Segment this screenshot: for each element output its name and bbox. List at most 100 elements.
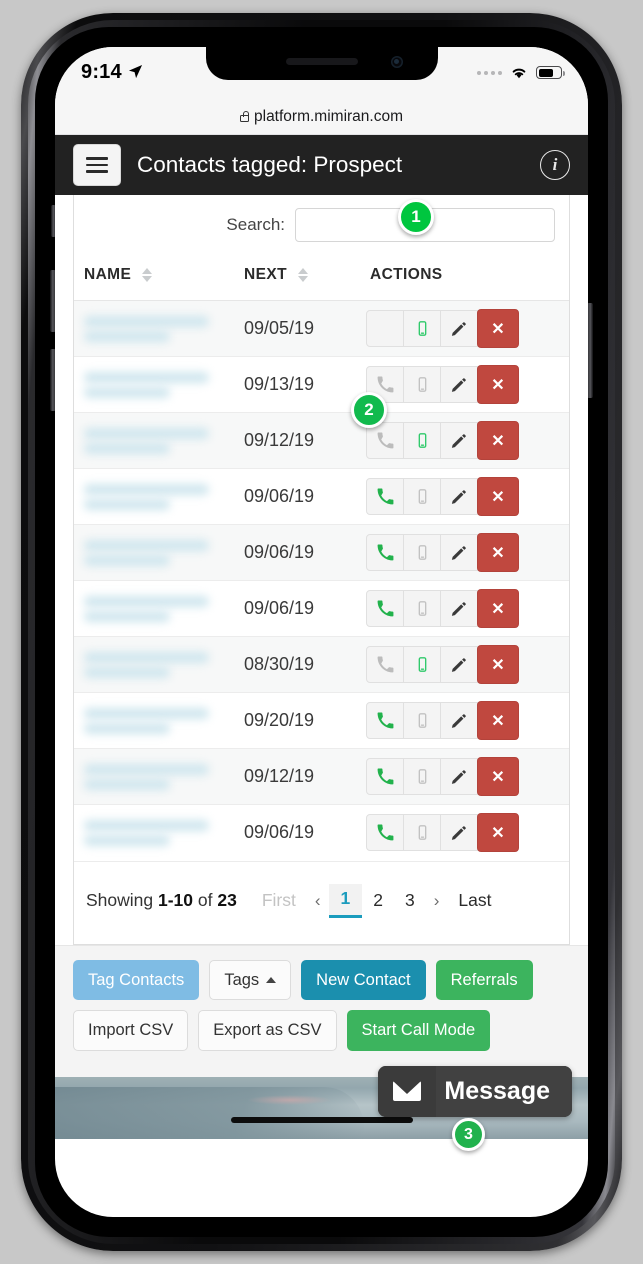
- page-content: Search: NAME NEXT ACTIONS 09/05/19 ✕ 09/…: [55, 195, 588, 1139]
- redacted-name-line: [84, 610, 171, 622]
- call-button[interactable]: [366, 478, 404, 515]
- call-button[interactable]: [366, 534, 404, 571]
- text-message-button[interactable]: [403, 366, 441, 403]
- hamburger-menu-icon[interactable]: [73, 144, 121, 186]
- table-head: NAME NEXT ACTIONS: [74, 258, 569, 301]
- pagination-prev-chevron-icon[interactable]: ‹: [307, 887, 329, 915]
- sort-updown-icon: [297, 267, 308, 282]
- delete-button[interactable]: ✕: [477, 645, 519, 684]
- next-date-cell: 09/13/19: [244, 356, 366, 413]
- table-row[interactable]: 09/20/19 ✕: [74, 692, 569, 749]
- row-action-group: ✕: [366, 533, 569, 572]
- tag-contacts-button[interactable]: Tag Contacts: [73, 959, 200, 1000]
- table-row[interactable]: 08/30/19 ✕: [74, 636, 569, 693]
- next-date-cell: 09/12/19: [244, 748, 366, 805]
- table-row[interactable]: 09/05/19 ✕: [74, 300, 569, 357]
- contact-name-cell: [74, 356, 244, 413]
- contacts-table-card: Search: NAME NEXT ACTIONS 09/05/19 ✕ 09/…: [73, 195, 570, 945]
- table-row[interactable]: 09/06/19 ✕: [74, 580, 569, 637]
- row-action-group: ✕: [366, 701, 569, 740]
- call-button[interactable]: [366, 590, 404, 627]
- import-csv-button[interactable]: Import CSV: [73, 1010, 189, 1051]
- pagination-page-2[interactable]: 2: [362, 886, 394, 915]
- text-message-button[interactable]: [403, 702, 441, 739]
- new-contact-button[interactable]: New Contact: [301, 959, 426, 1000]
- redacted-name-line: [84, 539, 209, 551]
- phone-device-frame: 9:14 platform.mimiran.com Contacts tagge…: [21, 13, 622, 1251]
- edit-button[interactable]: [440, 422, 478, 459]
- column-header-next[interactable]: NEXT: [244, 258, 366, 301]
- text-message-button[interactable]: [403, 534, 441, 571]
- edit-button[interactable]: [440, 534, 478, 571]
- call-button[interactable]: [366, 702, 404, 739]
- actions-cell: ✕: [366, 692, 569, 749]
- message-button[interactable]: Message: [378, 1065, 572, 1117]
- info-circle-icon[interactable]: i: [540, 150, 570, 180]
- edit-button[interactable]: [440, 590, 478, 627]
- table-row[interactable]: 09/12/19 ✕: [74, 412, 569, 469]
- text-message-button[interactable]: [403, 814, 441, 852]
- tags-dropdown-button[interactable]: Tags: [209, 959, 292, 1000]
- text-message-button[interactable]: [403, 590, 441, 627]
- row-action-group: ✕: [366, 421, 569, 460]
- text-message-button[interactable]: [403, 310, 441, 347]
- table-row[interactable]: 09/12/19 ✕: [74, 748, 569, 805]
- next-date-cell: 09/05/19: [244, 300, 366, 357]
- table-row[interactable]: 09/06/19 ✕: [74, 524, 569, 581]
- delete-button[interactable]: ✕: [477, 421, 519, 460]
- delete-button[interactable]: ✕: [477, 813, 519, 853]
- delete-button[interactable]: ✕: [477, 757, 519, 796]
- pagination-page-1[interactable]: 1: [328, 883, 363, 918]
- pagination-page-3[interactable]: 3: [394, 886, 426, 915]
- edit-button[interactable]: [440, 758, 478, 795]
- pagination-last[interactable]: Last: [447, 886, 502, 915]
- table-row[interactable]: 09/06/19 ✕: [74, 804, 569, 861]
- home-indicator-bar[interactable]: [230, 1116, 413, 1123]
- call-button[interactable]: [366, 646, 404, 683]
- redacted-name-line: [84, 371, 209, 383]
- pagination-first[interactable]: First: [251, 886, 307, 915]
- delete-button[interactable]: ✕: [477, 309, 519, 348]
- actions-cell: ✕: [366, 580, 569, 637]
- call-button[interactable]: [366, 814, 404, 852]
- column-header-name[interactable]: NAME: [74, 258, 244, 301]
- call-button[interactable]: [366, 758, 404, 795]
- text-message-button[interactable]: [403, 422, 441, 459]
- delete-button[interactable]: ✕: [477, 589, 519, 628]
- delete-button[interactable]: ✕: [477, 477, 519, 516]
- actions-cell: ✕: [366, 468, 569, 525]
- delete-button[interactable]: ✕: [477, 533, 519, 572]
- text-message-button[interactable]: [403, 758, 441, 795]
- start-call-mode-button[interactable]: Start Call Mode: [346, 1010, 491, 1051]
- call-button[interactable]: [366, 310, 404, 347]
- contact-name-cell: [74, 468, 244, 525]
- annotation-badge-2: 2: [351, 392, 387, 428]
- bottom-toolbar: Tag Contacts Tags New Contact Referrals …: [55, 944, 588, 1077]
- column-header-actions: ACTIONS: [366, 258, 569, 301]
- pagination-next-chevron-icon[interactable]: ›: [426, 887, 448, 915]
- phone-screen: 9:14 platform.mimiran.com Contacts tagge…: [55, 47, 588, 1217]
- edit-button[interactable]: [440, 814, 478, 852]
- edit-button[interactable]: [440, 366, 478, 403]
- table-row[interactable]: 09/13/19 ✕: [74, 356, 569, 413]
- edit-button[interactable]: [440, 702, 478, 739]
- row-action-group: ✕: [366, 309, 569, 348]
- delete-button[interactable]: ✕: [477, 701, 519, 740]
- front-camera-icon: [390, 56, 403, 68]
- edit-button[interactable]: [440, 478, 478, 515]
- text-message-button[interactable]: [403, 646, 441, 683]
- contact-name-cell: [74, 412, 244, 469]
- delete-button[interactable]: ✕: [477, 365, 519, 404]
- referrals-button[interactable]: Referrals: [435, 959, 533, 1000]
- edit-button[interactable]: [440, 646, 478, 683]
- row-action-group: ✕: [366, 813, 569, 853]
- redacted-name-line: [84, 442, 171, 454]
- text-message-button[interactable]: [403, 478, 441, 515]
- edit-button[interactable]: [440, 310, 478, 347]
- battery-icon: [536, 66, 565, 79]
- browser-url-bar[interactable]: platform.mimiran.com: [55, 100, 588, 135]
- export-csv-button[interactable]: Export as CSV: [198, 1010, 337, 1051]
- table-row[interactable]: 09/06/19 ✕: [74, 468, 569, 525]
- wifi-icon: [512, 68, 526, 79]
- actions-cell: ✕: [366, 748, 569, 805]
